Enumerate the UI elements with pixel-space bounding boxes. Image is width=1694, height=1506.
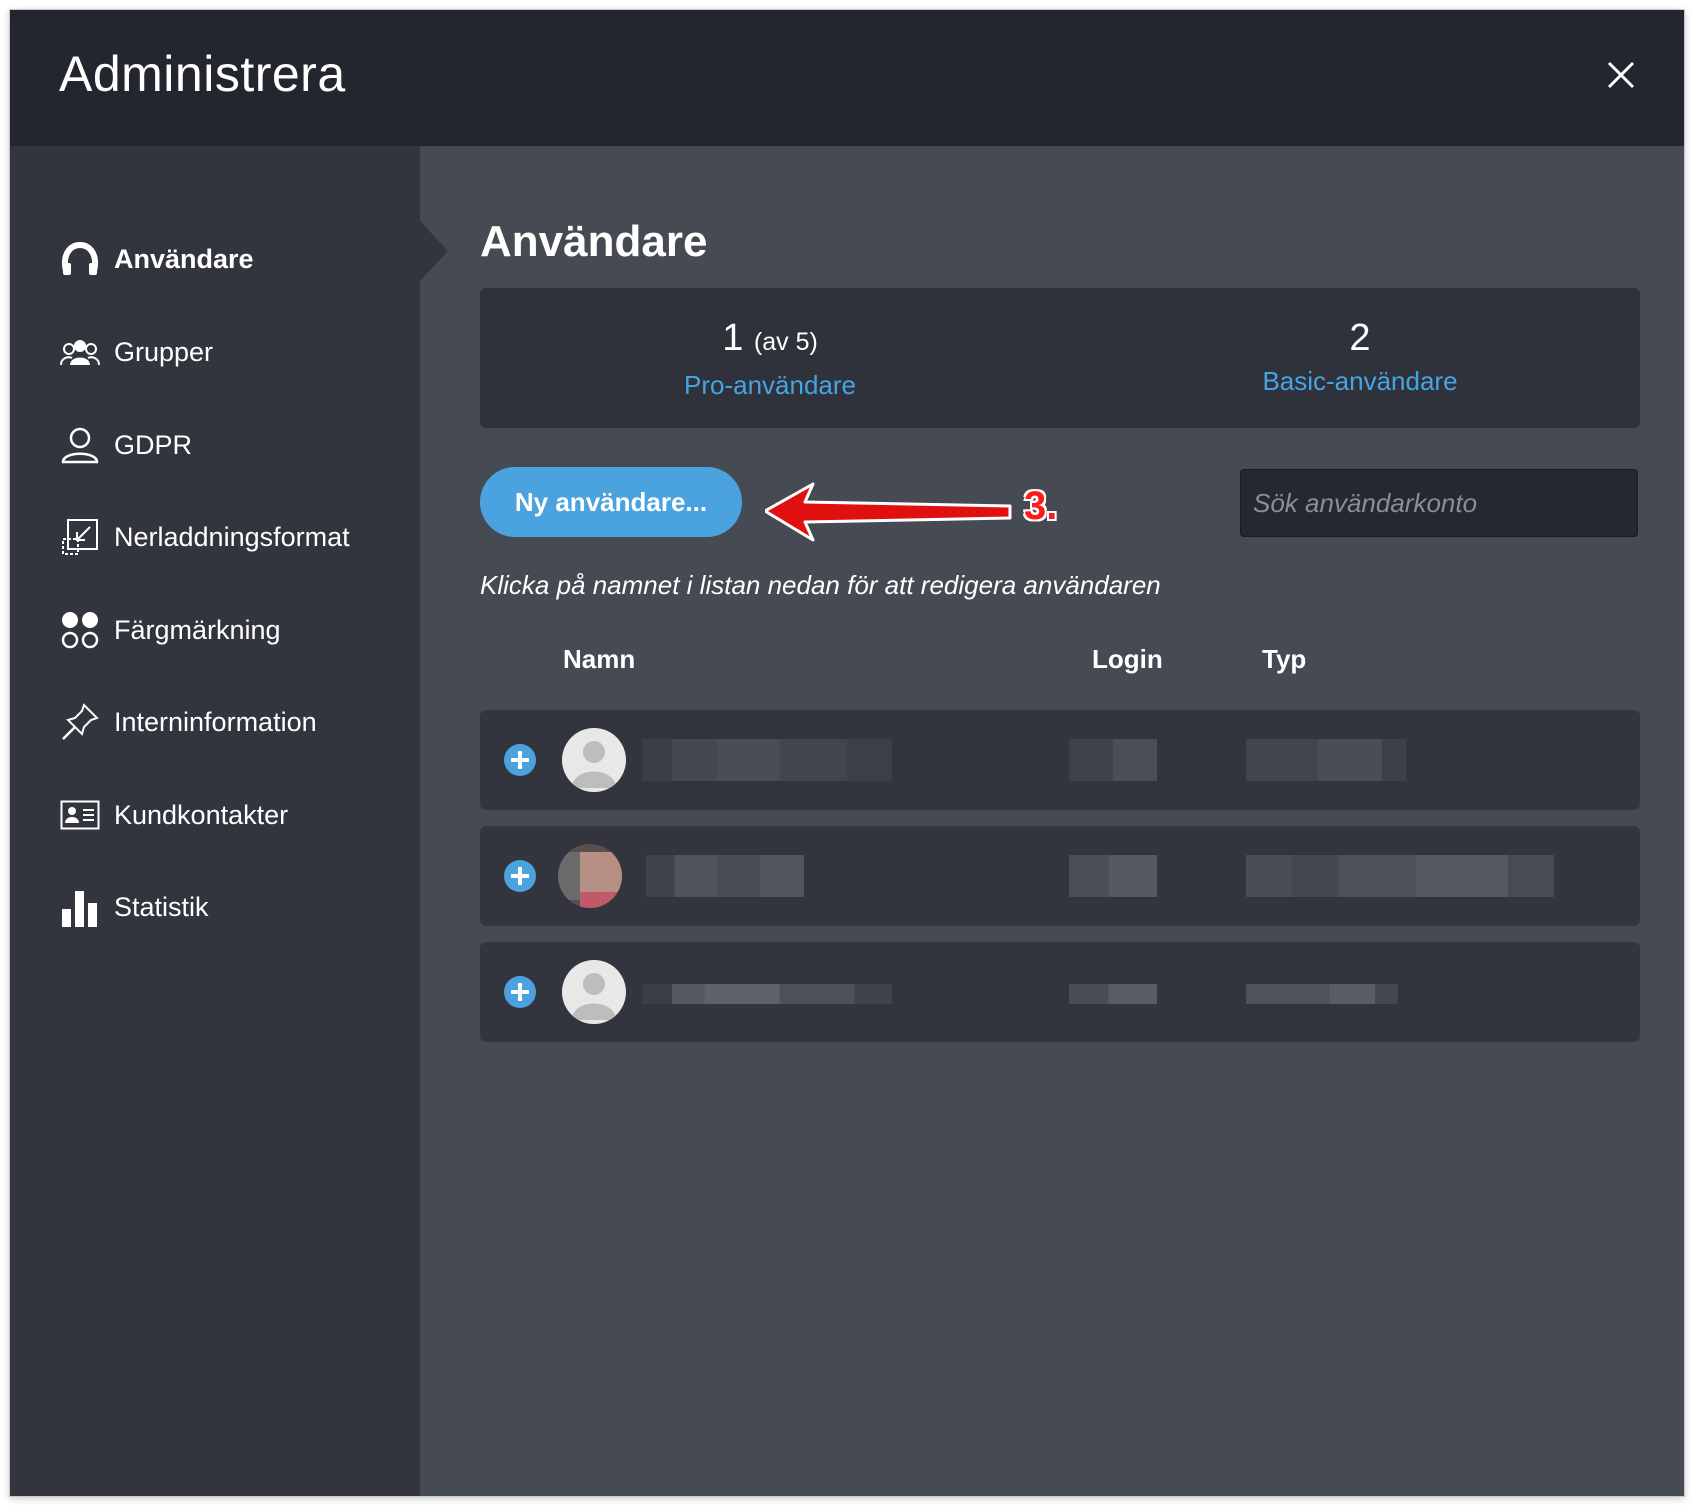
basic-users-stat[interactable]: 2 Basic-användare — [1160, 316, 1560, 398]
table-row[interactable] — [480, 710, 1640, 810]
sidebar-item-label: Kundkontakter — [114, 800, 289, 830]
close-icon[interactable] — [1596, 50, 1646, 100]
avatar — [562, 960, 626, 1024]
new-user-button[interactable]: Ny användare... — [480, 467, 742, 537]
blurred-name — [642, 984, 892, 1004]
basic-users-label[interactable]: Basic-användare — [1160, 364, 1560, 398]
column-header-type[interactable]: Typ — [1262, 642, 1306, 676]
blurred-name — [642, 739, 892, 781]
expand-plus-icon[interactable] — [504, 976, 536, 1008]
sidebar-item-label: Användare — [114, 244, 254, 274]
bar-chart-icon — [58, 885, 102, 929]
pro-users-stat[interactable]: 1 (av 5) Pro-användare — [570, 316, 970, 402]
pro-users-count: 1 (av 5) — [722, 317, 818, 359]
sidebar-item-label: GDPR — [114, 430, 193, 460]
sidebar-item-statistics[interactable]: Statistik — [58, 877, 420, 937]
sidebar-item-color-marking[interactable]: Färgmärkning — [58, 600, 420, 660]
expand-plus-icon[interactable] — [504, 744, 536, 776]
annotation-step-number: 3. — [1024, 484, 1058, 528]
sidebar-item-groups[interactable]: Grupper — [58, 322, 420, 382]
blurred-type — [1246, 855, 1554, 897]
sidebar-item-label: Statistik — [114, 892, 209, 922]
dialog-title: Administrera — [59, 46, 346, 102]
sidebar-item-label: Grupper — [114, 337, 214, 367]
user-stats-panel: 1 (av 5) Pro-användare 2 Basic-användare — [480, 288, 1640, 428]
table-row[interactable] — [480, 942, 1640, 1042]
sidebar-item-users[interactable]: Användare — [58, 229, 420, 289]
basic-users-count: 2 — [1349, 317, 1371, 359]
avatar — [562, 728, 626, 792]
sidebar-item-label: Nerladdningsformat — [114, 522, 350, 552]
sidebar-item-label: Interninformation — [114, 707, 317, 737]
blurred-type — [1246, 984, 1398, 1004]
page-title: Användare — [480, 217, 708, 266]
dialog-header: Administrera — [10, 10, 1684, 146]
search-input[interactable] — [1240, 469, 1638, 537]
sidebar-item-gdpr[interactable]: GDPR — [58, 415, 420, 475]
sidebar: Användare Grupper GDPR Nerladdningsforma… — [10, 146, 420, 1496]
group-icon — [58, 330, 102, 374]
column-header-name[interactable]: Namn — [563, 642, 635, 676]
sidebar-item-customer-contacts[interactable]: Kundkontakter — [58, 785, 420, 845]
pro-users-label[interactable]: Pro-användare — [570, 368, 970, 402]
blurred-type — [1246, 739, 1406, 781]
blurred-login — [1069, 984, 1157, 1004]
color-dots-icon — [58, 608, 102, 652]
sidebar-item-label: Färgmärkning — [114, 615, 281, 645]
column-header-login[interactable]: Login — [1092, 642, 1163, 676]
active-indicator — [420, 221, 448, 281]
table-row[interactable] — [480, 826, 1640, 926]
blurred-login — [1069, 855, 1157, 897]
headset-user-icon — [58, 237, 102, 281]
annotation-arrow — [765, 482, 1012, 542]
person-outline-icon — [58, 423, 102, 467]
sidebar-item-download-format[interactable]: Nerladdningsformat — [58, 507, 420, 567]
resize-icon — [58, 515, 102, 559]
blurred-name — [646, 855, 804, 897]
blurred-login — [1069, 739, 1157, 781]
instruction-text: Klicka på namnet i listan nedan för att … — [480, 570, 1161, 600]
expand-plus-icon[interactable] — [504, 860, 536, 892]
avatar — [558, 844, 622, 908]
pin-icon — [58, 700, 102, 744]
sidebar-item-internal-info[interactable]: Interninformation — [58, 692, 420, 752]
admin-dialog: Administrera Användare Grupper GDPR Nerl… — [10, 10, 1684, 1496]
contact-card-icon — [58, 793, 102, 837]
